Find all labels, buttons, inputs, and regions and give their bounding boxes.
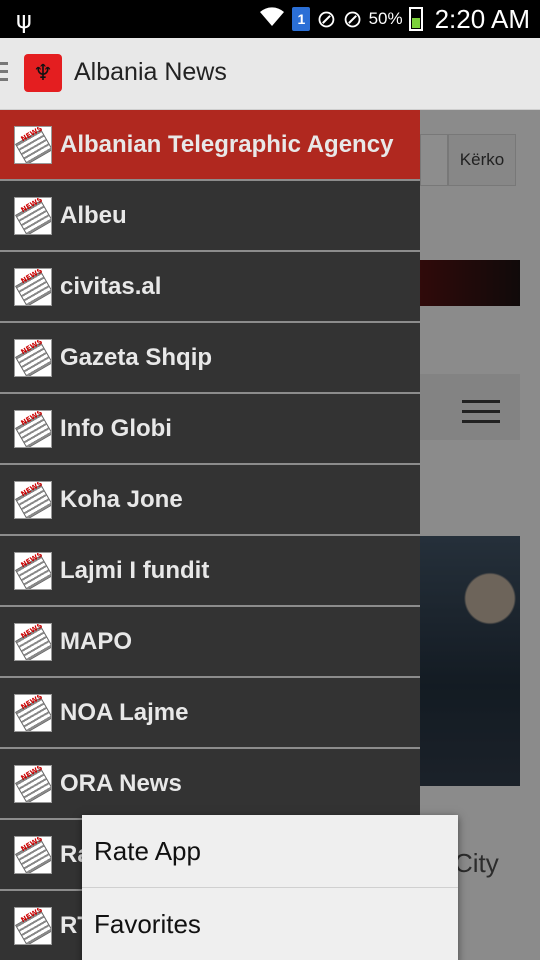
newspaper-icon: NEWS (14, 125, 52, 164)
battery-percent: 50% (368, 9, 403, 28)
drawer-item-label: Gazeta Shqip (60, 343, 213, 371)
newspaper-icon: NEWS (14, 267, 52, 306)
newspaper-icon: NEWS (14, 835, 52, 874)
app-bar: ♆ Albania News (0, 38, 540, 110)
app-title: Albania News (74, 58, 227, 86)
drawer-item-label: Lajmi I fundit (60, 556, 210, 584)
newspaper-icon: NEWS (14, 196, 52, 235)
newspaper-icon: NEWS (14, 409, 52, 448)
drawer-item[interactable]: NEWS Albeu (0, 181, 420, 252)
overflow-menu: Rate App Favorites (82, 815, 458, 960)
drawer-item[interactable]: NEWS civitas.al (0, 252, 420, 323)
drawer-item[interactable]: NEWS Lajmi I fundit (0, 536, 420, 607)
drawer-item-label: Albanian Telegraphic Agency (60, 130, 394, 158)
favorites-menu-item[interactable]: Favorites (82, 888, 458, 960)
wifi-icon (258, 4, 286, 34)
blocked-icon: ⊘ (342, 5, 363, 33)
drawer-item[interactable]: NEWS Info Globi (0, 394, 420, 465)
drawer-item[interactable]: NEWS ORA News (0, 749, 420, 820)
blocked-icon: ⊘ (316, 5, 337, 33)
status-icons: 1 ⊘ ⊘ 50% 2:20 AM (258, 0, 530, 38)
sim-badge: 1 (292, 7, 311, 31)
drawer-item-label: Koha Jone (60, 485, 183, 513)
rate-app-menu-item[interactable]: Rate App (82, 815, 458, 888)
drawer-item[interactable]: NEWS Gazeta Shqip (0, 323, 420, 394)
newspaper-icon: NEWS (14, 906, 52, 945)
drawer-item-label: Albeu (60, 201, 127, 229)
albania-flag-icon[interactable]: ♆ (24, 54, 62, 92)
newspaper-icon: NEWS (14, 693, 52, 732)
drawer-item[interactable]: NEWS Albanian Telegraphic Agency (0, 110, 420, 181)
newspaper-icon: NEWS (14, 764, 52, 803)
usb-icon: ψ (16, 6, 32, 34)
drawer-item[interactable]: NEWS MAPO (0, 607, 420, 678)
newspaper-icon: NEWS (14, 551, 52, 590)
drawer-item-label: Info Globi (60, 414, 172, 442)
newspaper-icon: NEWS (14, 480, 52, 519)
newspaper-icon: NEWS (14, 338, 52, 377)
drawer-item-label: civitas.al (60, 272, 162, 300)
drawer-toggle-icon[interactable] (0, 62, 8, 86)
drawer-item-label: MAPO (60, 627, 132, 655)
newspaper-icon: NEWS (14, 622, 52, 661)
battery-icon (408, 7, 423, 31)
drawer-item-label: ORA News (60, 769, 182, 797)
drawer-item-label: NOA Lajme (60, 698, 189, 726)
status-bar: ψ 1 ⊘ ⊘ 50% 2:20 AM (0, 0, 540, 38)
drawer-item[interactable]: NEWS NOA Lajme (0, 678, 420, 749)
clock: 2:20 AM (434, 3, 530, 34)
drawer-item[interactable]: NEWS Koha Jone (0, 465, 420, 536)
